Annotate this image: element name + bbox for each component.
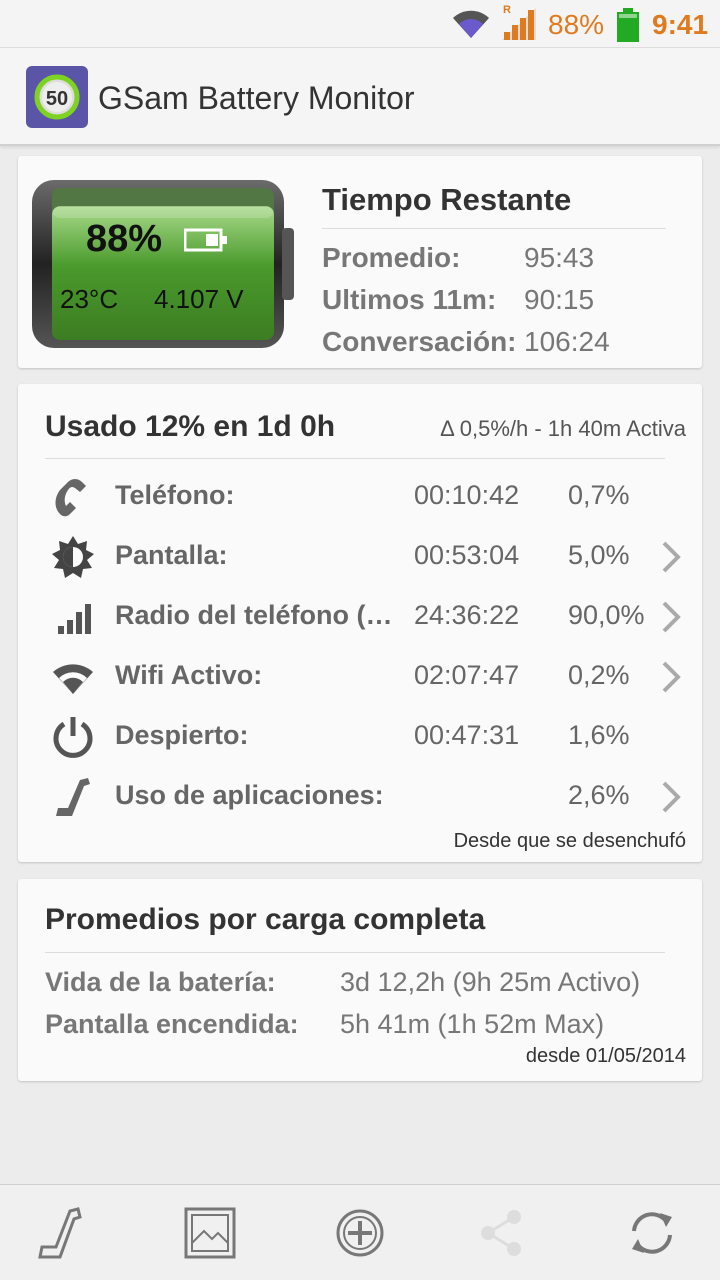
tr-row-conversacion: Conversación: 106:24 [322, 326, 610, 358]
tr-label: Conversación: [322, 326, 517, 357]
usage-percent: 2,6% [568, 780, 630, 810]
usage-title: Usado 12% en 1d 0h [45, 410, 336, 443]
usage-time: 00:53:04 [414, 540, 520, 570]
signal-bars-icon [58, 604, 91, 634]
wifi-icon [53, 664, 93, 694]
promedios-value: 5h 41m (1h 52m Max) [340, 1009, 605, 1039]
promedios-footer: desde 01/05/2014 [525, 1045, 686, 1067]
bottom-toolbar [0, 1184, 720, 1280]
svg-text:50: 50 [46, 88, 68, 110]
tr-value: 95:43 [524, 242, 595, 273]
usage-time: 02:07:47 [414, 660, 520, 690]
usage-footer: Desde que se desenchufó [453, 830, 686, 852]
status-bar: R 88% 9:41 [0, 0, 720, 48]
tiempo-restante-title: Tiempo Restante [322, 182, 572, 217]
usage-rate: Δ 0,5%/h - 1h 40m Activa [440, 416, 686, 441]
status-time: 9:41 [652, 9, 709, 40]
phone-icon [55, 479, 86, 517]
usage-time: 00:47:31 [414, 720, 520, 750]
battery-card[interactable]: 88% 23°C 4.107 V Tiempo Restante Promedi… [18, 156, 702, 368]
share-icon[interactable] [472, 1203, 532, 1263]
wifi-status-icon [453, 10, 489, 38]
chevron-right-icon[interactable] [658, 780, 684, 814]
tr-label: Promedio: [322, 242, 461, 273]
tr-row-promedio: Promedio: 95:43 [322, 242, 594, 274]
usage-name: Radio del teléfono (… [115, 600, 393, 630]
signal-icon [502, 8, 536, 40]
promedios-label: Pantalla encendida: [45, 1009, 299, 1039]
promedios-card[interactable]: Promedios por carga completa Vida de la … [18, 879, 702, 1081]
usage-row-pantalla[interactable]: Pantalla: 00:53:04 5,0% [18, 526, 702, 586]
divider [45, 952, 665, 953]
usage-time: 00:10:42 [414, 480, 520, 510]
promedios-row-vida: Vida de la batería: 3d 12,2h (9h 25m Act… [45, 967, 640, 998]
divider [45, 458, 665, 459]
action-bar: 50 GSam Battery Monitor [0, 48, 720, 146]
usage-name: Uso de aplicaciones: [115, 780, 384, 810]
usage-name: Teléfono: [115, 480, 235, 510]
image-icon[interactable] [180, 1203, 240, 1263]
app-usage-icon[interactable] [30, 1203, 90, 1263]
brightness-icon [52, 536, 94, 578]
usage-percent: 5,0% [568, 540, 630, 570]
promedios-value: 3d 12,2h (9h 25m Activo) [340, 967, 641, 997]
gauge-icon: 50 [34, 74, 80, 120]
usage-percent: 0,2% [568, 660, 630, 690]
usage-percent: 90,0% [568, 600, 645, 630]
battery-voltage: 4.107 V [154, 284, 244, 314]
app-logo-icon[interactable]: 50 [26, 66, 88, 128]
battery-status-icon [617, 8, 639, 42]
usage-name: Despierto: [115, 720, 249, 750]
battery-small-icon [184, 228, 227, 252]
usage-card: Usado 12% en 1d 0h Δ 0,5%/h - 1h 40m Act… [18, 384, 702, 862]
battery-temperature: 23°C [60, 284, 119, 314]
tr-label: Ultimos 11m: [322, 284, 497, 315]
promedios-row-pantalla: Pantalla encendida: 5h 41m (1h 52m Max) [45, 1009, 604, 1040]
chevron-right-icon[interactable] [658, 600, 684, 634]
add-icon[interactable] [330, 1203, 390, 1263]
usage-row-telefono[interactable]: Teléfono: 00:10:42 0,7% [18, 466, 702, 526]
chevron-right-icon[interactable] [658, 540, 684, 574]
usage-row-despierto[interactable]: Despierto: 00:47:31 1,6% [18, 706, 702, 766]
usage-name: Pantalla: [115, 540, 228, 570]
usage-percent: 1,6% [568, 720, 630, 750]
tr-value: 90:15 [524, 284, 595, 315]
usage-name: Wifi Activo: [115, 660, 263, 690]
usage-row-wifi[interactable]: Wifi Activo: 02:07:47 0,2% [18, 646, 702, 706]
app-usage-icon [56, 778, 90, 816]
divider [322, 228, 666, 229]
usage-percent: 0,7% [568, 480, 630, 510]
usage-row-radio[interactable]: Radio del teléfono (… 24:36:22 90,0% [18, 586, 702, 646]
battery-graphic [32, 180, 294, 348]
promedios-title: Promedios por carga completa [45, 903, 486, 936]
chevron-right-icon[interactable] [658, 660, 684, 694]
promedios-label: Vida de la batería: [45, 967, 276, 997]
power-icon [53, 717, 93, 758]
tr-value: 106:24 [524, 326, 610, 357]
tr-row-ultimos: Ultimos 11m: 90:15 [322, 284, 594, 316]
status-battery-percent: 88% [548, 9, 605, 40]
app-title: GSam Battery Monitor [98, 80, 415, 116]
battery-percent: 88% [86, 218, 163, 260]
usage-time: 24:36:22 [414, 600, 520, 630]
usage-row-aplicaciones[interactable]: Uso de aplicaciones: 2,6% [18, 766, 702, 826]
refresh-icon[interactable] [622, 1203, 682, 1263]
